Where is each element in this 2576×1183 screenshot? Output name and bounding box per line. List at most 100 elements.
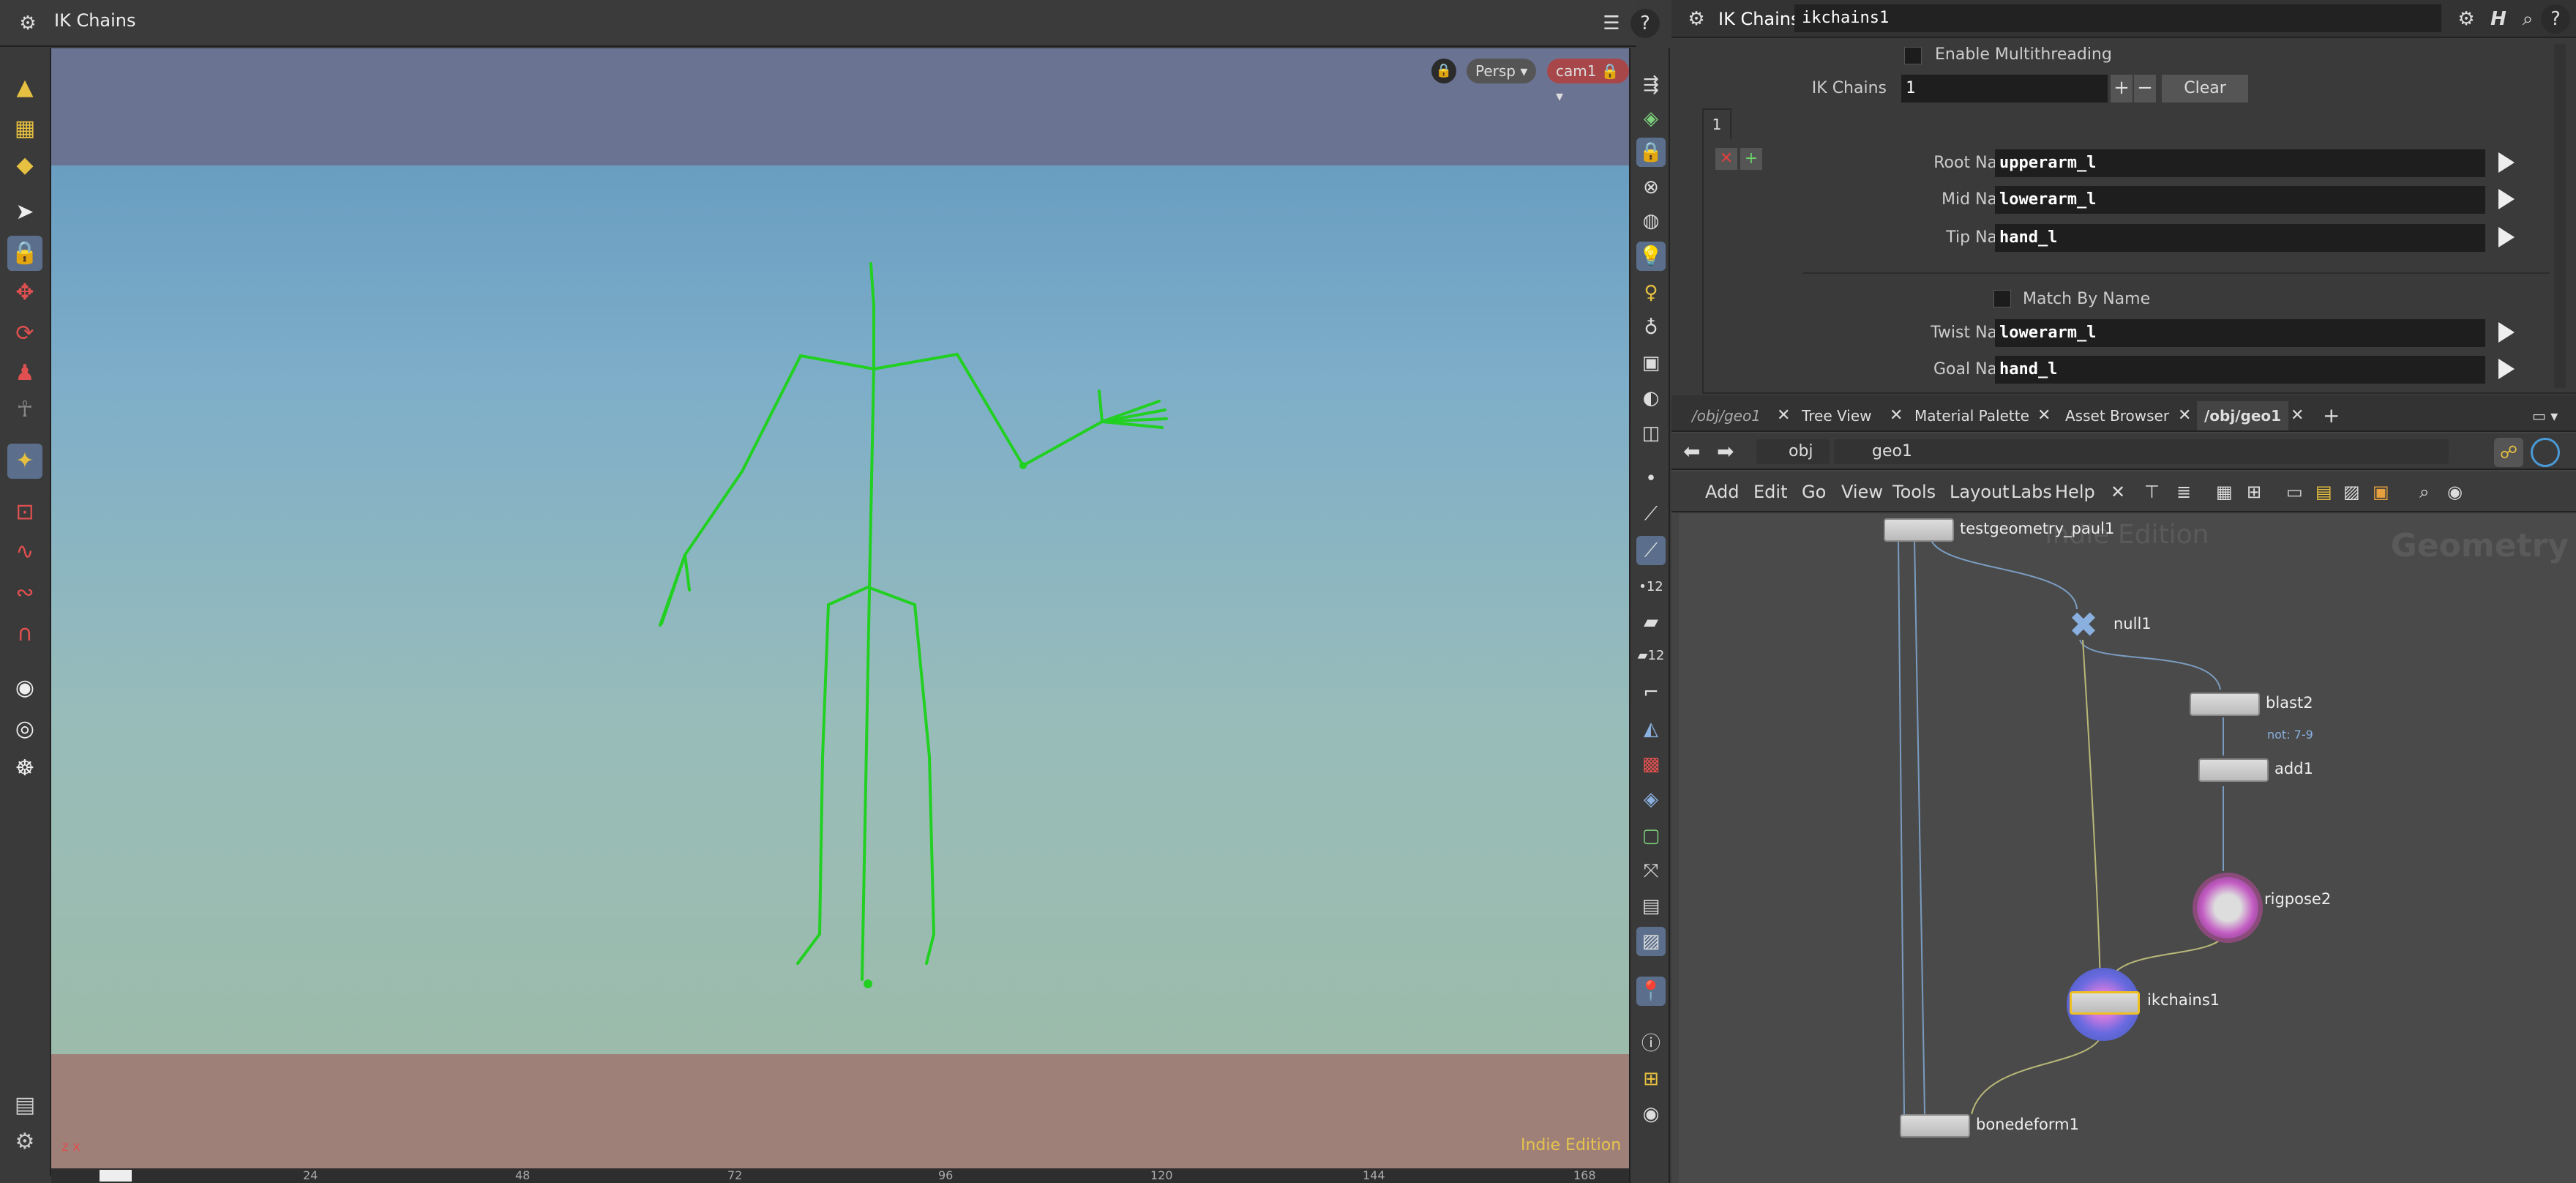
node-rigpose[interactable]	[2193, 873, 2263, 943]
background-icon[interactable]: ▣	[1636, 348, 1666, 378]
info-icon[interactable]: ⓘ	[1636, 1029, 1666, 1059]
pose-tool-icon[interactable]: ♟	[7, 356, 42, 391]
tip-name-picker-icon[interactable]	[2498, 227, 2515, 247]
twist-name-picker-icon[interactable]	[2498, 322, 2515, 343]
point-numbers-icon[interactable]: •12	[1636, 572, 1666, 602]
menu-go[interactable]: Go	[1802, 482, 1826, 502]
close-ghost-icon[interactable]: ⊗	[1636, 173, 1666, 202]
color-palette-icon[interactable]: ▦	[2216, 482, 2233, 502]
menu-edit[interactable]: Edit	[1753, 482, 1787, 502]
point-display-icon[interactable]: •	[1636, 464, 1666, 493]
select-tool-icon[interactable]: ➤	[7, 195, 42, 230]
template-icon[interactable]: ◈	[1636, 785, 1666, 814]
mid-name-picker-icon[interactable]	[2498, 189, 2515, 209]
render-view-icon[interactable]: ◉	[7, 671, 42, 706]
grid-icon[interactable]: ▤	[1636, 892, 1666, 921]
close-icon[interactable]: ✕	[2178, 401, 2191, 430]
search-icon[interactable]: ⌕	[2419, 482, 2429, 502]
lock-camera-icon[interactable]: 🔒	[1636, 138, 1666, 167]
help-icon[interactable]: ?	[1630, 9, 1660, 38]
scene-settings-icon[interactable]: ▤	[7, 1088, 42, 1123]
prim-display-icon[interactable]: ▰	[1636, 608, 1666, 637]
camera-menu[interactable]: cam1 🔒▾	[1547, 59, 1629, 105]
camera-display-icon[interactable]: ◫	[1636, 419, 1666, 448]
close-icon[interactable]: ✕	[2291, 401, 2304, 430]
tab-asset-browser[interactable]: Asset Browser	[2058, 401, 2176, 430]
texture-icon[interactable]: ▩	[1636, 750, 1666, 779]
tab-material-palette[interactable]: Material Palette	[1907, 401, 2037, 430]
node-name-field[interactable]: ikchains1	[1794, 4, 2441, 32]
remove-instance-icon[interactable]: ✕	[1715, 148, 1737, 170]
handle-tool-icon[interactable]: ✦	[7, 444, 42, 479]
remove-chain-button[interactable]: −	[2134, 75, 2156, 102]
param-scrollbar[interactable]	[2554, 44, 2566, 388]
node-blast[interactable]	[2190, 693, 2260, 716]
network-box-icon[interactable]: ▭	[2286, 482, 2303, 502]
mid-name-field[interactable]: lowerarm_l	[1995, 186, 2485, 214]
node-add[interactable]	[2198, 758, 2269, 782]
ghost-icon[interactable]: ◈	[1636, 104, 1666, 133]
snap-grid-icon[interactable]: ∿	[7, 534, 42, 570]
back-arrow-icon[interactable]: ⬅	[1683, 439, 1700, 463]
display-geometry-icon[interactable]: ▲	[7, 70, 42, 105]
image-bg-icon[interactable]: ▨	[2343, 482, 2360, 502]
view-tool-icon[interactable]: ⊡	[7, 495, 42, 530]
goal-name-field[interactable]: hand_l	[1995, 356, 2485, 384]
forward-arrow-icon[interactable]: ➡	[1717, 439, 1734, 463]
brush-icon[interactable]: ⟋	[1636, 499, 1666, 529]
close-icon[interactable]: ✕	[1777, 401, 1790, 430]
viewport-layout-icon[interactable]: ☰	[1597, 9, 1626, 38]
help-h-icon[interactable]: H	[2484, 4, 2513, 34]
shadow-icon[interactable]: ♁	[1636, 313, 1666, 343]
match-by-name-checkbox[interactable]	[1993, 290, 2011, 307]
node-ikchains[interactable]	[2070, 991, 2140, 1015]
menu-view[interactable]: View	[1841, 482, 1883, 502]
headlight-icon[interactable]: 💡	[1636, 242, 1666, 271]
node-null[interactable]: ✖	[2058, 608, 2109, 643]
tab-obj-geo1-active[interactable]: /obj/geo1	[2197, 401, 2289, 430]
node-testgeometry[interactable]	[1884, 518, 1954, 542]
grid-view-icon[interactable]: ⊞	[2247, 482, 2261, 502]
wireframe-icon[interactable]: ▢	[1636, 821, 1666, 851]
skeleton-tool-icon[interactable]: ☥	[7, 392, 42, 428]
node-bonedeform[interactable]	[1900, 1114, 1970, 1138]
rotate-tool-icon[interactable]: ⟳	[7, 316, 42, 351]
list-view-icon[interactable]: ≣	[2176, 482, 2191, 502]
eye-icon[interactable]: ◉	[2447, 482, 2463, 502]
tree-icon[interactable]: ⊤	[2144, 482, 2160, 502]
ikchains-count-field[interactable]: 1	[1901, 75, 2108, 102]
snap-prim-icon[interactable]: ∾	[7, 575, 42, 611]
pane-layout-icon[interactable]: ▭ ▾	[2525, 401, 2565, 430]
close-icon[interactable]: ✕	[1890, 401, 1903, 430]
display-options-icon[interactable]: ⚙	[7, 1124, 42, 1160]
snap-point-icon[interactable]: 📍	[1636, 977, 1666, 1006]
timeline-ruler[interactable]: 24 48 72 96 120 144 168	[51, 1168, 1629, 1183]
skeleton-rig[interactable]	[51, 48, 1629, 1168]
tab-tree-view[interactable]: Tree View	[1794, 401, 1879, 430]
display-points-icon[interactable]: ▦	[7, 111, 42, 146]
add-chain-button[interactable]: +	[2111, 75, 2133, 102]
menu-add[interactable]: Add	[1705, 482, 1739, 502]
shading-icon[interactable]: ◍	[1636, 206, 1666, 236]
pin-icon[interactable]: ☍	[2494, 438, 2523, 467]
twist-name-field[interactable]: lowerarm_l	[1995, 319, 2485, 347]
goal-name-picker-icon[interactable]	[2498, 359, 2515, 379]
transform-tool-icon[interactable]: ✥	[7, 275, 42, 310]
quad-view-icon[interactable]: ⊞	[1636, 1064, 1666, 1094]
gear-icon[interactable]: ⚙	[2452, 4, 2481, 34]
menu-labs[interactable]: Labs	[2011, 482, 2052, 502]
prim-numbers-icon[interactable]: ▰12	[1636, 641, 1666, 671]
node-graph[interactable]: Geometry Indie Edition testgeometry_paul…	[1679, 514, 2576, 1183]
magnet-icon[interactable]: ∩	[7, 616, 42, 652]
lock-selection-icon[interactable]: 🔒	[7, 236, 42, 271]
display-set-icon[interactable]: ⇶	[1636, 70, 1666, 100]
lighting-icon[interactable]: ☸	[7, 751, 42, 786]
subnet-icon[interactable]: ▣	[2373, 482, 2389, 502]
camera-icon[interactable]: ◎	[7, 712, 42, 747]
menu-layout[interactable]: Layout	[1950, 482, 2010, 502]
root-name-field[interactable]: upperarm_l	[1995, 149, 2485, 177]
viewport-pane-icon[interactable]: ⚙	[13, 9, 42, 38]
viewport-lock-icon[interactable]: 🔒	[1431, 59, 1456, 83]
eyedropper-icon[interactable]: ⟋	[1636, 536, 1666, 565]
multithreading-checkbox[interactable]	[1904, 47, 1922, 64]
